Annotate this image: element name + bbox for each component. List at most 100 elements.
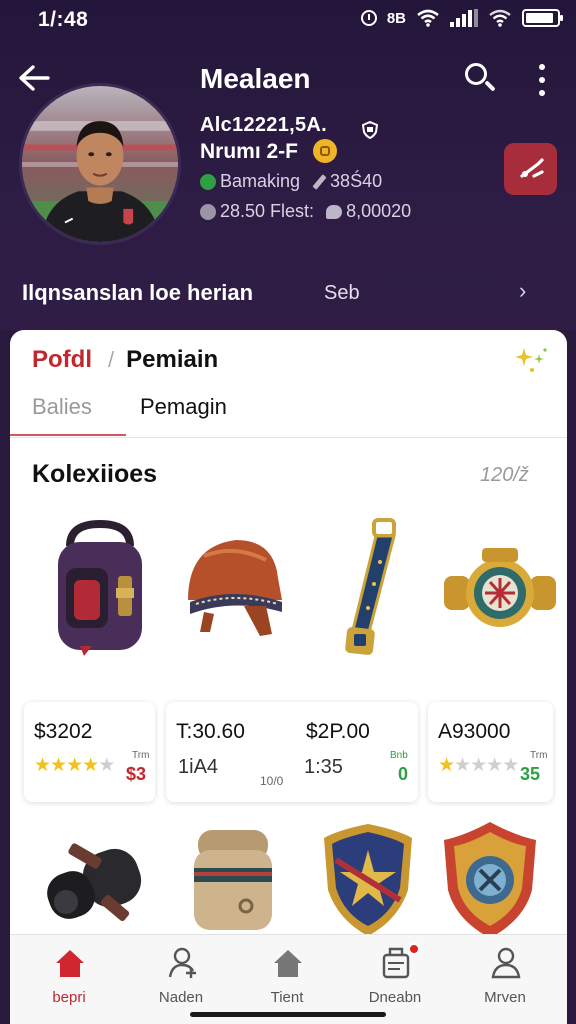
- status-icons: 8B: [360, 8, 563, 28]
- breadcrumb: Pofdl / Pemiain: [32, 346, 218, 374]
- nav-item-home[interactable]: bepri: [14, 935, 124, 1015]
- search-button[interactable]: [462, 60, 498, 96]
- profile-id: Alc12221,5A.: [200, 114, 328, 136]
- breadcrumb-separator: /: [108, 347, 115, 372]
- item-price: $2P.00: [306, 720, 370, 743]
- bottom-nav: bepri Naden Tient Dneabn Mrven: [10, 934, 567, 1024]
- coin-icon: [313, 139, 337, 163]
- star-icon: ★: [454, 755, 471, 776]
- avatar[interactable]: [19, 83, 181, 245]
- shield-icon: [362, 121, 378, 139]
- player-photo: [22, 86, 178, 242]
- item-sub2: 10/0: [260, 774, 284, 788]
- helmet-image[interactable]: [174, 516, 294, 656]
- nav-label: Naden: [158, 989, 204, 1006]
- tab-indicator: [10, 434, 126, 436]
- gear-icon: [200, 203, 216, 220]
- item-price: A93000: [438, 720, 511, 743]
- battery-icon: [522, 9, 563, 27]
- shield-crest-image[interactable]: [430, 820, 550, 940]
- item-tag: Trm: [132, 750, 150, 761]
- status-bar: 1/:48 8B: [0, 0, 576, 40]
- item-sub: 1iA4: [178, 756, 219, 778]
- sparkle-icon[interactable]: [514, 346, 548, 374]
- item-qty: 35: [520, 764, 541, 784]
- profile-name: Nrumı 2-F: [200, 140, 299, 163]
- status-time: 1/:48: [38, 8, 89, 31]
- stat-value: 8,00020: [346, 201, 412, 221]
- section-link[interactable]: Seb: [324, 282, 360, 305]
- chat-icon: [326, 204, 343, 219]
- item-tag: Bnb: [390, 750, 408, 761]
- stat-row-points: 28.50 Flest: 8,00020: [200, 201, 411, 222]
- pouch-image[interactable]: [180, 820, 300, 940]
- back-button[interactable]: [16, 60, 52, 96]
- stat-label: 28.50 Flest:: [220, 201, 315, 221]
- page-title: Mealaen: [200, 63, 311, 94]
- collection-count: 120/ž: [480, 464, 529, 486]
- more-button[interactable]: [528, 62, 556, 98]
- tab-pemagin[interactable]: Pemagin: [140, 394, 227, 420]
- item-card-backpack[interactable]: $3202 ★★★★★ Trm $3: [24, 702, 155, 802]
- breadcrumb-home[interactable]: Pofdl: [32, 346, 92, 374]
- search-icon: [465, 63, 487, 85]
- star-icon: ★: [502, 755, 519, 776]
- content-card: Pofdl / Pemiain Balies Pemagin Kolexiioe…: [10, 330, 567, 1024]
- nav-label: Mrven: [484, 989, 526, 1006]
- star-icon: ★: [470, 755, 487, 776]
- nav-label: Tient: [270, 989, 304, 1006]
- binoculars-image[interactable]: [38, 820, 158, 940]
- tab-balies[interactable]: Balies: [32, 394, 92, 420]
- backpack-image[interactable]: [40, 516, 160, 656]
- item-card-medal[interactable]: A93000 ★★★★★ Trm 35: [428, 702, 553, 802]
- stat-label: Bamaking: [220, 171, 301, 191]
- whistle-icon: [519, 158, 544, 178]
- rating-stars: ★★★★★: [438, 754, 519, 777]
- notification-badge: [408, 943, 420, 955]
- star-icon: ★: [98, 755, 115, 776]
- item-qty: 0: [398, 764, 409, 784]
- nav-item-tient[interactable]: Tient: [232, 935, 342, 1015]
- nav-item-mrven[interactable]: Mrven: [450, 935, 560, 1015]
- item-price: T:30.60: [176, 720, 245, 743]
- medal-image[interactable]: [440, 516, 560, 656]
- user-add-icon: [168, 947, 196, 978]
- home-icon: [56, 950, 84, 977]
- shield-star-image[interactable]: [308, 820, 428, 940]
- star-icon: ★: [82, 755, 99, 776]
- action-button[interactable]: [504, 143, 557, 195]
- item-qty: $3: [126, 764, 147, 784]
- item-tag: Trm: [530, 750, 548, 761]
- stat-row-ranking: Bamaking 38Ś40: [200, 171, 382, 192]
- stat-value: 38Ś40: [330, 171, 383, 191]
- nav-label: Dneabn: [368, 989, 422, 1006]
- nav-item-naden[interactable]: Naden: [126, 935, 236, 1015]
- strap-image[interactable]: [322, 516, 442, 656]
- star-icon: ★: [50, 755, 67, 776]
- item-sub: 1:35: [304, 756, 343, 778]
- star-icon: ★: [438, 755, 455, 776]
- nav-item-dneabn[interactable]: Dneabn: [340, 935, 450, 1015]
- divider: [10, 437, 567, 438]
- section-title: Ilqnsanslan loe herian: [22, 280, 254, 305]
- arrow-left-icon: [19, 65, 50, 91]
- item-price: $3202: [34, 720, 93, 743]
- more-vertical-icon: [539, 64, 545, 70]
- status-dot-icon: [200, 173, 216, 190]
- wifi-icon: [489, 9, 511, 27]
- house-icon: [274, 950, 302, 977]
- star-icon: ★: [34, 755, 51, 776]
- chevron-right-icon[interactable]: ›: [519, 278, 526, 304]
- rating-stars: ★★★★★: [34, 754, 115, 777]
- collection-title: Kolexiioes: [32, 460, 158, 488]
- nav-label: bepri: [52, 989, 86, 1006]
- item-card-helmet-strap[interactable]: T:30.60 1iA4 10/0 $2P.00 1:35 Bnb 0: [166, 702, 418, 802]
- alarm-icon: [360, 10, 377, 26]
- breadcrumb-current: Pemiain: [126, 346, 219, 373]
- star-icon: ★: [486, 755, 503, 776]
- edit-icon: [312, 175, 326, 189]
- profile-icon: [491, 947, 521, 979]
- home-indicator[interactable]: [190, 1012, 386, 1017]
- star-icon: ★: [66, 755, 83, 776]
- wifi-icon: [417, 9, 439, 27]
